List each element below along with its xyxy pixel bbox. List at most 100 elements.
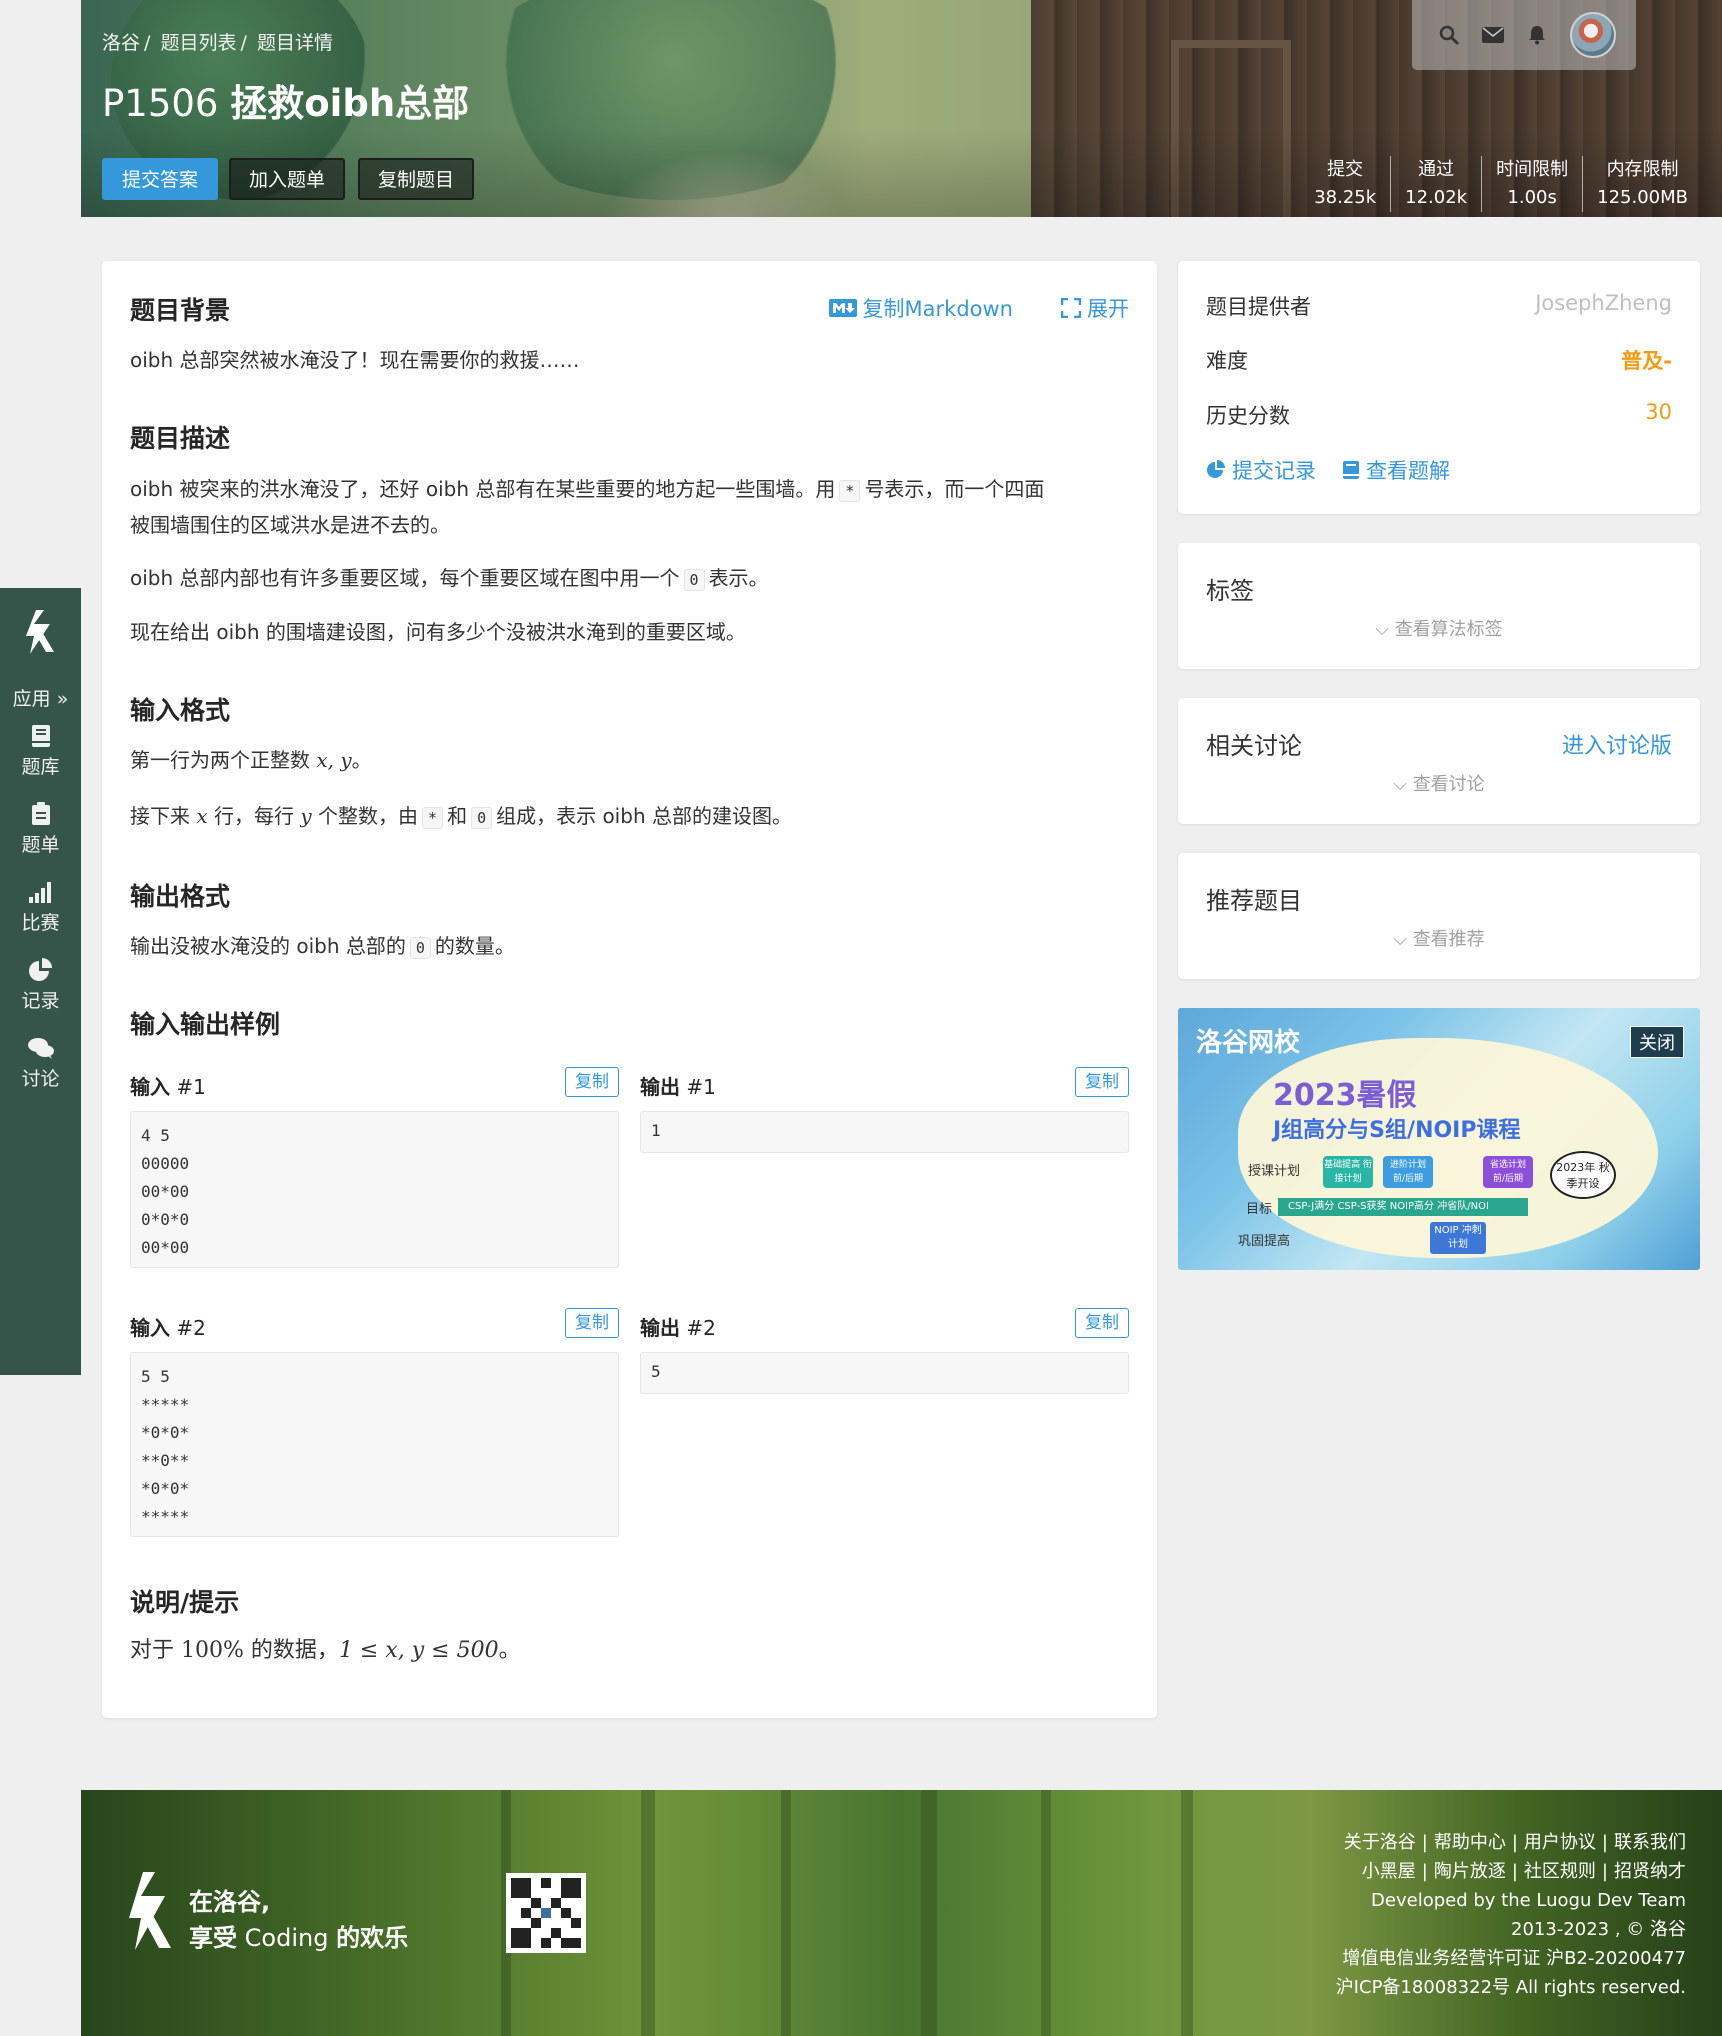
sample-2-output: 5 <box>640 1352 1129 1394</box>
sample-2-output-label: 输出 #2 <box>640 1316 716 1340</box>
search-icon[interactable] <box>1438 24 1460 46</box>
breadcrumb: 洛谷 / 题目列表 / 题目详情 <box>102 32 333 54</box>
footer-slogan-line-2: 享受 Coding 的欢乐 <box>189 1924 409 1952</box>
section-input-title: 输入格式 <box>130 696 231 725</box>
discussion-card: 相关讨论 进入讨论版 ⌵ 查看讨论 <box>1178 698 1700 824</box>
copy-markdown-button[interactable]: 复制Markdown <box>828 293 1013 323</box>
promo-banner[interactable]: 洛谷网校 关闭 2023暑假 J组高分与S组/NOIP课程 授课计划 基础提高 … <box>1178 1008 1700 1270</box>
comments-icon <box>27 1038 54 1059</box>
stat-submissions: 提交 38.25k <box>1314 159 1377 208</box>
tags-card: 标签 ⌵ 查看算法标签 <box>1178 543 1700 669</box>
copy-sample-1-input-button[interactable]: 复制 <box>565 1067 619 1097</box>
chevron-down-icon: ⌵ <box>1393 774 1407 795</box>
sidebar-item-training[interactable]: 题单 <box>0 802 81 857</box>
footer-link-jobs[interactable]: 招贤纳才 <box>1614 1861 1686 1882</box>
chevron-down-icon: ⌵ <box>1393 929 1407 950</box>
sidebar-item-contest[interactable]: 比赛 <box>0 880 81 935</box>
problem-card: 复制Markdown 展开 题目背景 oibh 总部突然被水淹没了！现在需要你的… <box>102 261 1157 1718</box>
add-to-list-button[interactable]: 加入题单 <box>229 158 346 200</box>
submission-records-link[interactable]: 提交记录 <box>1206 455 1316 485</box>
copy-problem-button[interactable]: 复制题目 <box>358 158 475 200</box>
provider-row: 题目提供者 JosephZheng <box>1206 291 1672 319</box>
section-background-title: 题目背景 <box>130 296 231 325</box>
expand-button[interactable]: 展开 <box>1061 293 1129 323</box>
envelope-icon[interactable] <box>1482 24 1504 46</box>
footer-icp[interactable]: 沪ICP备18008322号 All rights reserved. <box>1336 1973 1686 2002</box>
breadcrumb-problem-list[interactable]: 题目列表 <box>160 32 236 54</box>
luogu-logo-icon[interactable] <box>20 608 60 656</box>
left-sidebar: 应用 » 题库 题单 比赛 记录 讨论 <box>0 588 81 1375</box>
footer-link-about[interactable]: 关于洛谷 <box>1344 1832 1416 1853</box>
discussion-title: 相关讨论 <box>1206 732 1302 760</box>
history-score-row: 历史分数 30 <box>1206 400 1672 428</box>
enter-discussion-link[interactable]: 进入讨论版 <box>1562 728 1672 760</box>
footer-link-community-rules[interactable]: 社区规则 <box>1524 1861 1596 1882</box>
input-format-line-2: 接下来 x 行，每行 y 个整数，由 * 和 0 组成，表示 oibh 总部的建设图。 <box>130 804 792 829</box>
luogu-logo-icon <box>129 1872 171 1950</box>
problem-title: 拯救oibh总部 <box>230 82 470 125</box>
background-text: oibh 总部突然被水淹没了！现在需要你的救援…… <box>130 348 580 372</box>
history-score-value: 30 <box>1645 400 1672 424</box>
description-paragraph-2: oibh 总部内部也有许多重要区域，每个重要区域在图中用一个 0 表示。 <box>130 566 769 591</box>
footer-link-ostracism[interactable]: 陶片放逐 <box>1434 1861 1506 1882</box>
footer-link-contact[interactable]: 联系我们 <box>1614 1832 1686 1853</box>
promo-close-button[interactable]: 关闭 <box>1630 1026 1684 1058</box>
markdown-icon <box>828 299 857 317</box>
sidebar-item-problems[interactable]: 题库 <box>0 724 81 779</box>
book-icon <box>31 725 50 747</box>
submit-answer-button[interactable]: 提交答案 <box>102 158 219 200</box>
promo-consolidate: 巩固提高 <box>1238 1234 1291 1249</box>
expand-icon <box>1061 298 1081 318</box>
footer-links: 关于洛谷 | 帮助中心 | 用户协议 | 联系我们 小黑屋 | 陶片放逐 | 社区规则 | 招贤纳才 D… <box>1336 1828 1686 2002</box>
footer-link-terms[interactable]: 用户协议 <box>1524 1832 1596 1853</box>
promo-subheadline: J组高分与S组/NOIP课程 <box>1273 1118 1521 1143</box>
promo-goal-bar: CSP-J满分 CSP-S获奖 NOIP高分 冲省队/NOI <box>1278 1198 1528 1216</box>
stat-time-limit: 时间限制 1.00s <box>1481 156 1582 212</box>
footer-license[interactable]: 增值电信业务经营许可证 沪B2-20200477 <box>1336 1944 1686 1973</box>
chevron-down-icon: ⌵ <box>1375 619 1389 640</box>
footer-link-help[interactable]: 帮助中心 <box>1434 1832 1506 1853</box>
footer-copyright: 2013-2023 , © 洛谷 <box>1511 1919 1686 1940</box>
difficulty-badge: 普及- <box>1621 349 1672 373</box>
qr-code <box>506 1873 586 1953</box>
breadcrumb-home[interactable]: 洛谷 <box>102 32 140 54</box>
footer-slogan-line-1: 在洛谷, <box>189 1888 271 1916</box>
input-format-line-1: 第一行为两个正整数 x, y。 <box>130 748 372 772</box>
output-format-text: 输出没被水淹没的 oibh 总部的 0 的数量。 <box>130 934 515 959</box>
show-tags-toggle[interactable]: ⌵ 查看算法标签 <box>1178 615 1700 641</box>
recommend-title: 推荐题目 <box>1206 887 1302 915</box>
promo-chip-2: 进阶计划 前/后期 <box>1383 1156 1433 1188</box>
promo-season-badge: 2023年 秋季开设 <box>1550 1151 1616 1199</box>
sample-1-input: 4 5 00000 00*00 0*0*0 00*00 <box>130 1111 619 1268</box>
sidebar-item-records[interactable]: 记录 <box>0 958 81 1013</box>
hint-text: 对于 100% 的数据，1 ≤ x, y ≤ 500。 <box>130 1638 521 1663</box>
sample-2-input: 5 5 ***** *0*0* **0** *0*0* ***** <box>130 1352 619 1537</box>
show-discussion-toggle[interactable]: ⌵ 查看讨论 <box>1178 770 1700 796</box>
avatar[interactable] <box>1570 12 1616 58</box>
user-toolbar <box>1412 0 1636 70</box>
stat-memory-limit: 内存限制 125.00MB <box>1582 156 1702 212</box>
show-recommend-toggle[interactable]: ⌵ 查看推荐 <box>1178 925 1700 951</box>
sidebar-item-discuss[interactable]: 讨论 <box>0 1036 81 1091</box>
bell-icon[interactable] <box>1526 24 1548 46</box>
sidebar-apps[interactable]: 应用 » <box>0 684 81 711</box>
copy-sample-1-output-button[interactable]: 复制 <box>1075 1067 1129 1097</box>
copy-sample-2-input-button[interactable]: 复制 <box>565 1308 619 1338</box>
pie-chart-icon <box>1207 460 1225 478</box>
view-solutions-link[interactable]: 查看题解 <box>1342 455 1450 485</box>
provider-link[interactable]: JosephZheng <box>1535 291 1672 315</box>
footer-dev-team: Developed by the Luogu Dev Team <box>1371 1890 1686 1911</box>
section-hint-title: 说明/提示 <box>130 1588 240 1617</box>
footer-link-blacklist[interactable]: 小黑屋 <box>1362 1861 1416 1882</box>
description-paragraph-3: 现在给出 oibh 的围墙建设图，问有多少个没被洪水淹到的重要区域。 <box>130 620 746 644</box>
difficulty-row: 难度 普及- <box>1206 345 1672 375</box>
recommend-card: 推荐题目 ⌵ 查看推荐 <box>1178 853 1700 979</box>
sample-1-output: 1 <box>640 1111 1129 1153</box>
copy-sample-2-output-button[interactable]: 复制 <box>1075 1308 1129 1338</box>
problem-stats: 提交 38.25k 通过 12.02k 时间限制 1.00s 内存限制 125.00MB <box>1300 156 1702 212</box>
promo-plan-label: 授课计划 <box>1248 1164 1301 1179</box>
problem-info-card: 题目提供者 JosephZheng 难度 普及- 历史分数 30 提交记录 查看… <box>1178 261 1700 514</box>
section-samples-title: 输入输出样例 <box>130 1010 281 1039</box>
bar-chart-icon <box>28 882 51 903</box>
problem-id: P1506 <box>102 82 219 125</box>
